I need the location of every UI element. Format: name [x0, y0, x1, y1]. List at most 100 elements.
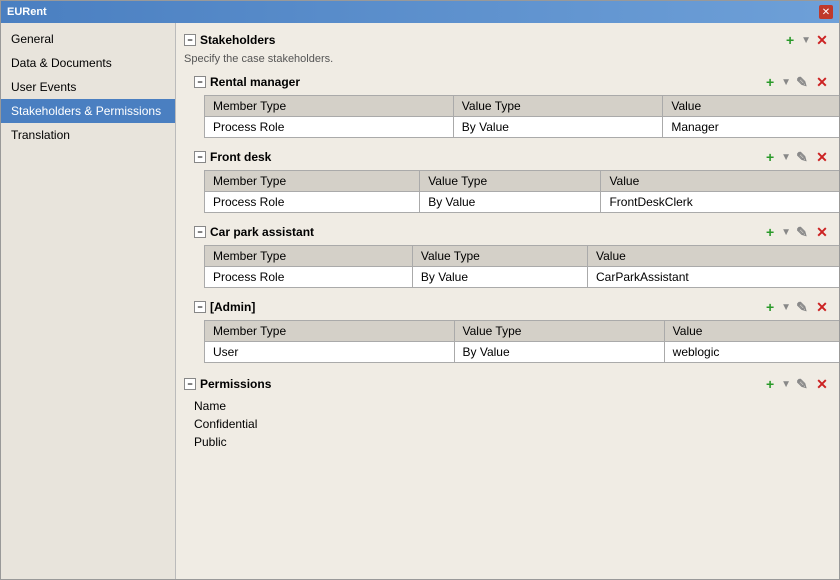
- admin-table: Member Type Value Type Value User By Val…: [204, 320, 839, 363]
- front-desk-add-arrow[interactable]: ▼: [781, 152, 791, 163]
- app-window: EURent ✕ General Data & Documents User E…: [0, 0, 840, 580]
- front-desk-actions: + ▼ ✎ ✕: [761, 148, 831, 166]
- rental-manager-title: − Rental manager: [194, 75, 300, 89]
- front-desk-delete-button[interactable]: ✕: [813, 148, 831, 166]
- car-park-title: − Car park assistant: [194, 225, 314, 239]
- front-desk-value: FrontDeskClerk: [601, 192, 839, 213]
- permissions-add-button[interactable]: +: [761, 375, 779, 393]
- admin-edit-button[interactable]: ✎: [793, 298, 811, 316]
- admin-col-valuetype: Value Type: [454, 321, 664, 342]
- stakeholders-actions: + ▼ ✕: [781, 31, 831, 49]
- stakeholders-add-button[interactable]: +: [781, 31, 799, 49]
- rental-manager-delete-button[interactable]: ✕: [813, 73, 831, 91]
- front-desk-col-value: Value: [601, 171, 839, 192]
- title-bar-close-button[interactable]: ✕: [819, 5, 833, 19]
- car-park-add-arrow[interactable]: ▼: [781, 227, 791, 238]
- rental-manager-membertype: Process Role: [205, 117, 454, 138]
- permissions-collapse-icon[interactable]: −: [184, 378, 196, 390]
- front-desk-membertype: Process Role: [205, 192, 420, 213]
- admin-col-value: Value: [664, 321, 839, 342]
- car-park-section: − Car park assistant + ▼ ✎ ✕: [194, 223, 831, 288]
- rental-manager-edit-button[interactable]: ✎: [793, 73, 811, 91]
- permissions-title: − Permissions: [184, 377, 271, 391]
- admin-add-button[interactable]: +: [761, 298, 779, 316]
- car-park-actions: + ▼ ✎ ✕: [761, 223, 831, 241]
- car-park-header: − Car park assistant + ▼ ✎ ✕: [194, 223, 831, 241]
- admin-delete-button[interactable]: ✕: [813, 298, 831, 316]
- permissions-header: − Permissions + ▼ ✎ ✕: [184, 375, 831, 393]
- car-park-table: Member Type Value Type Value Process Rol…: [204, 245, 839, 288]
- title-bar: EURent ✕: [1, 1, 839, 23]
- car-park-col-valuetype: Value Type: [412, 246, 587, 267]
- front-desk-table: Member Type Value Type Value Process Rol…: [204, 170, 839, 213]
- stakeholders-collapse-icon[interactable]: −: [184, 34, 196, 46]
- car-park-delete-button[interactable]: ✕: [813, 223, 831, 241]
- car-park-collapse-icon[interactable]: −: [194, 226, 206, 238]
- list-item: Name: [194, 397, 831, 415]
- admin-add-arrow[interactable]: ▼: [781, 302, 791, 313]
- front-desk-col-valuetype: Value Type: [420, 171, 601, 192]
- sidebar-item-translation[interactable]: Translation: [1, 123, 175, 147]
- front-desk-edit-button[interactable]: ✎: [793, 148, 811, 166]
- rental-manager-col-valuetype: Value Type: [453, 96, 663, 117]
- sidebar-item-data-documents[interactable]: Data & Documents: [1, 51, 175, 75]
- rental-manager-col-value: Value: [663, 96, 839, 117]
- content-area: − Stakeholders + ▼ ✕ Specify the case st…: [176, 23, 839, 579]
- admin-col-membertype: Member Type: [205, 321, 455, 342]
- car-park-col-membertype: Member Type: [205, 246, 413, 267]
- permissions-actions: + ▼ ✎ ✕: [761, 375, 831, 393]
- permissions-delete-button[interactable]: ✕: [813, 375, 831, 393]
- admin-header: − [Admin] + ▼ ✎ ✕: [194, 298, 831, 316]
- table-row: Process Role By Value CarParkAssistant: [205, 267, 840, 288]
- table-row: Process Role By Value FrontDeskClerk: [205, 192, 840, 213]
- stakeholders-description: Specify the case stakeholders.: [184, 53, 831, 65]
- front-desk-collapse-icon[interactable]: −: [194, 151, 206, 163]
- front-desk-header: − Front desk + ▼ ✎ ✕: [194, 148, 831, 166]
- main-layout: General Data & Documents User Events Sta…: [1, 23, 839, 579]
- rental-manager-table: Member Type Value Type Value Process Rol…: [204, 95, 839, 138]
- stakeholders-title: − Stakeholders: [184, 33, 275, 47]
- sidebar: General Data & Documents User Events Sta…: [1, 23, 176, 579]
- car-park-add-button[interactable]: +: [761, 223, 779, 241]
- sidebar-item-general[interactable]: General: [1, 27, 175, 51]
- admin-valuetype: By Value: [454, 342, 664, 363]
- car-park-col-value: Value: [588, 246, 840, 267]
- rental-manager-value: Manager: [663, 117, 839, 138]
- list-item: Public: [194, 433, 831, 451]
- permissions-edit-button[interactable]: ✎: [793, 375, 811, 393]
- admin-section: − [Admin] + ▼ ✎ ✕ Member: [194, 298, 831, 363]
- sidebar-item-user-events[interactable]: User Events: [1, 75, 175, 99]
- rental-manager-valuetype: By Value: [453, 117, 663, 138]
- permissions-add-arrow[interactable]: ▼: [781, 379, 791, 390]
- list-item: Confidential: [194, 415, 831, 433]
- rental-manager-collapse-icon[interactable]: −: [194, 76, 206, 88]
- car-park-edit-button[interactable]: ✎: [793, 223, 811, 241]
- rental-manager-section: − Rental manager + ▼ ✎ ✕: [194, 73, 831, 138]
- front-desk-col-membertype: Member Type: [205, 171, 420, 192]
- rental-manager-add-arrow[interactable]: ▼: [781, 77, 791, 88]
- admin-collapse-icon[interactable]: −: [194, 301, 206, 313]
- stakeholders-header: − Stakeholders + ▼ ✕: [184, 31, 831, 49]
- front-desk-section: − Front desk + ▼ ✎ ✕ Memb: [194, 148, 831, 213]
- permissions-list: Name Confidential Public: [194, 397, 831, 451]
- rental-manager-actions: + ▼ ✎ ✕: [761, 73, 831, 91]
- car-park-valuetype: By Value: [412, 267, 587, 288]
- front-desk-valuetype: By Value: [420, 192, 601, 213]
- rental-manager-col-membertype: Member Type: [205, 96, 454, 117]
- table-row: Process Role By Value Manager: [205, 117, 840, 138]
- stakeholders-section: − Stakeholders + ▼ ✕ Specify the case st…: [184, 31, 831, 363]
- front-desk-title: − Front desk: [194, 150, 271, 164]
- admin-title: − [Admin]: [194, 300, 255, 314]
- car-park-value: CarParkAssistant: [588, 267, 840, 288]
- sidebar-item-stakeholders[interactable]: Stakeholders & Permissions: [1, 99, 175, 123]
- stakeholders-delete-button[interactable]: ✕: [813, 31, 831, 49]
- permissions-section: − Permissions + ▼ ✎ ✕ Name Confidential …: [184, 375, 831, 451]
- admin-actions: + ▼ ✎ ✕: [761, 298, 831, 316]
- admin-membertype: User: [205, 342, 455, 363]
- table-row: User By Value weblogic: [205, 342, 840, 363]
- front-desk-add-button[interactable]: +: [761, 148, 779, 166]
- stakeholders-add-arrow[interactable]: ▼: [801, 35, 811, 46]
- rental-manager-add-button[interactable]: +: [761, 73, 779, 91]
- admin-value: weblogic: [664, 342, 839, 363]
- car-park-membertype: Process Role: [205, 267, 413, 288]
